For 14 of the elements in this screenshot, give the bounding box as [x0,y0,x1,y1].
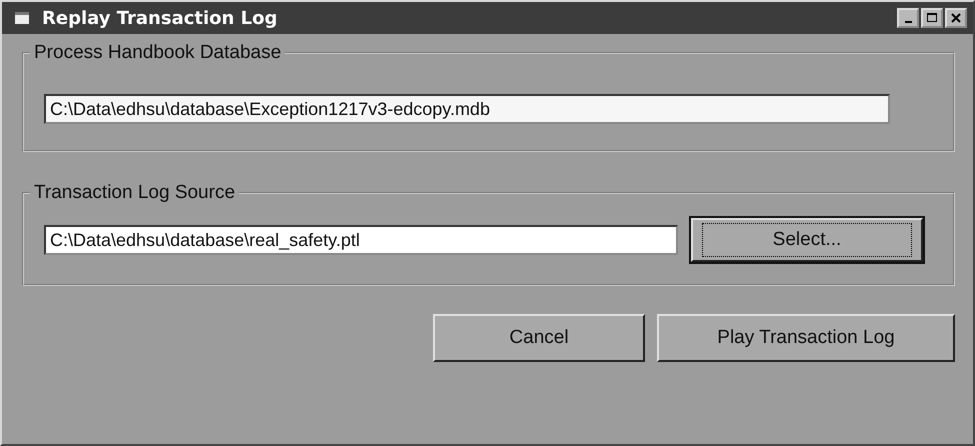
minimize-icon [904,21,912,23]
maximize-icon [925,11,939,25]
group-label: Transaction Log Source [30,182,240,204]
close-icon [949,11,963,25]
window-title: Replay Transaction Log [42,8,278,28]
select-button[interactable]: Select... [691,218,923,262]
window-icon [14,10,30,26]
path-field[interactable]: C:\Data\edhsu\database\real_safety.ptl [44,225,678,255]
maximize-button[interactable] [921,8,943,28]
dialog-button[interactable]: Play Transaction Log [657,314,955,362]
dialog-button[interactable]: Cancel [433,314,645,362]
minimize-button[interactable] [897,8,919,28]
close-button[interactable] [945,8,967,28]
path-field[interactable]: C:\Data\edhsu\database\Exception1217v3-edcopy.mdb [44,94,890,124]
